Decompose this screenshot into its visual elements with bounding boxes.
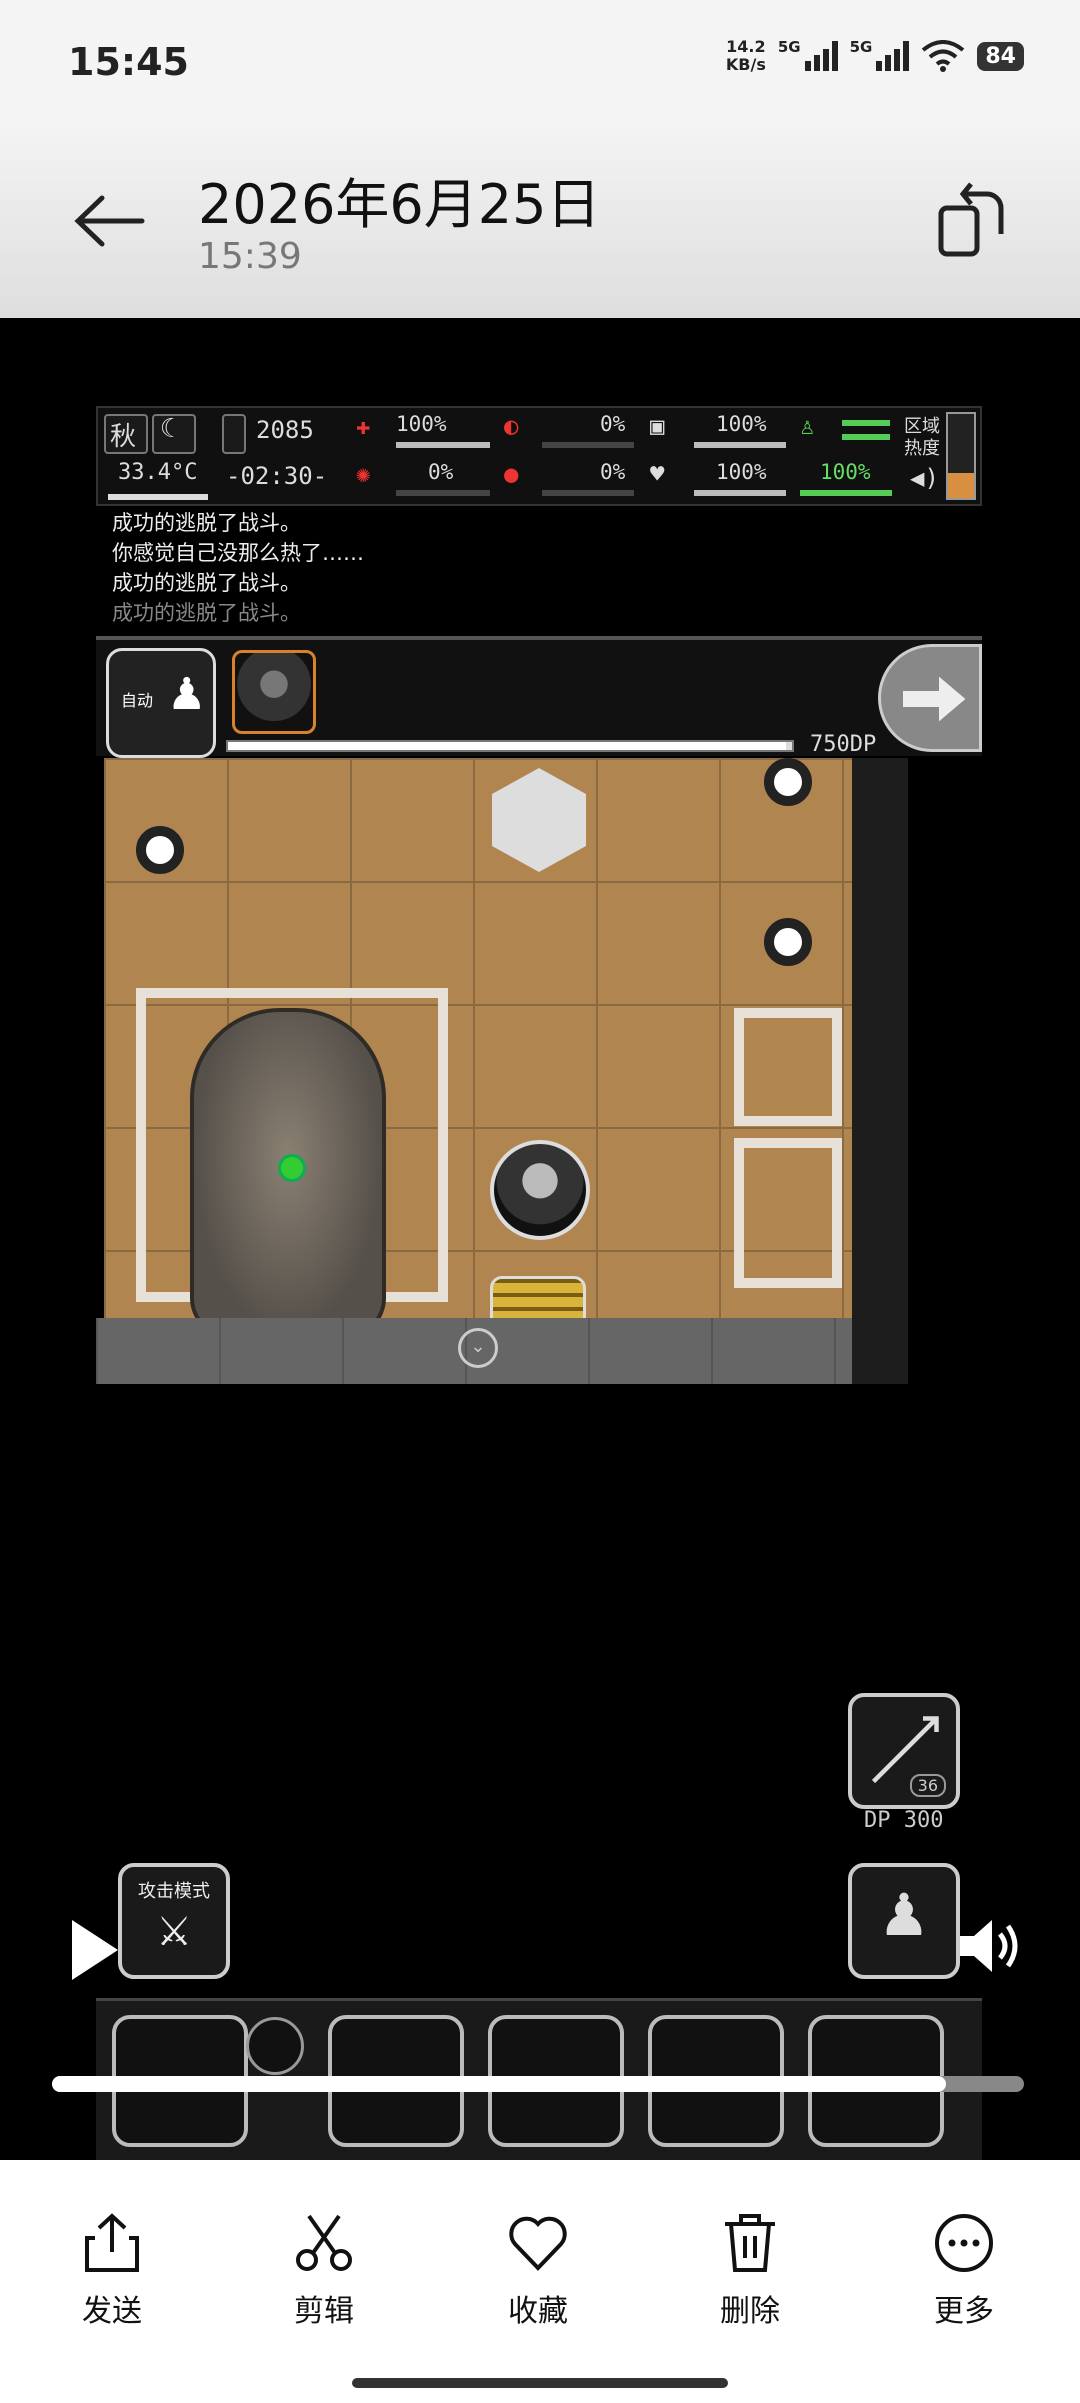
send-button[interactable]: 发送 [52,2212,172,2330]
zone-heat-meter [946,412,976,500]
home-indicator[interactable] [352,2378,728,2388]
heart-icon [509,2216,567,2271]
auto-label: 自动 [121,691,154,710]
network-type-1: 5G [777,38,801,56]
bottom-action-bar: 发送 剪辑 收藏 删除 更多 [0,2160,1080,2403]
sound-icon[interactable]: ◀) [910,464,939,492]
video-scrubber[interactable] [52,2076,1024,2092]
media-viewer[interactable]: 秋 ☾ 33.4°C 2085 -02:30- ✚ 100% ✺ 0% ◐ 0%… [0,318,1080,2160]
street-lamp-icon [136,826,184,874]
net-speed-value: 14.2 [726,37,766,56]
signal-icon [876,41,910,71]
dp-progress-fill [228,742,787,750]
dp-value: 750DP [810,732,877,757]
character-portrait[interactable] [232,650,316,734]
street-lamp-icon [764,918,812,966]
header: 2026年6月25日 15:39 [0,120,1080,318]
more-button[interactable]: 更多 [904,2212,1024,2330]
game-clock: -02:30- [226,462,328,490]
status-icons: 14.2 KB/s 5G 5G 84 [726,38,1024,74]
log-line: 成功的逃脱了战斗。 [112,601,301,625]
stamina-value: 100% [820,460,871,484]
medkit-icon: ✚ [356,412,371,440]
parking-spot [734,1138,842,1288]
next-turn-button[interactable] [878,644,982,752]
attack-mode-button[interactable]: 攻击模式 ⚔ [118,1863,230,1979]
day-counter: 2085 [256,416,314,444]
more-icon [935,2214,993,2272]
attack-mode-label: 攻击模式 [138,1881,210,1902]
game-hud: 秋 ☾ 33.4°C 2085 -02:30- ✚ 100% ✺ 0% ◐ 0%… [96,406,982,506]
stomach-value: 0% [600,412,626,436]
target-icon[interactable] [246,2017,304,2075]
chevron-down-icon[interactable]: ⌄ [458,1328,498,1368]
status-time: 15:45 [68,40,189,84]
season-label: 秋 [110,422,137,452]
favorite-button[interactable]: 收藏 [478,2212,598,2330]
battery-icon: 84 [977,41,1024,71]
brain-value: 0% [428,460,454,484]
status-bar: 15:45 14.2 KB/s 5G 5G 84 [0,0,1080,120]
water-icon: ▣ [650,412,665,440]
heart-icon: ♥ [650,460,665,488]
volume-icon[interactable] [956,1914,1022,1978]
blood-value: 0% [600,460,626,484]
edit-label: 剪辑 [294,2294,354,2329]
more-label: 更多 [934,2294,994,2329]
zone-heat-label: 区域热度 [904,416,940,459]
network-type-2: 5G [849,38,873,56]
log-line: 成功的逃脱了战斗。 [112,571,301,595]
signal-icon [804,41,838,71]
knife-icon: ⚔ [156,1909,192,1955]
dp-progress-bar [226,740,794,752]
video-progress-fill [52,2076,947,2092]
health-value: 100% [396,412,447,436]
scissors-icon [296,2214,352,2271]
back-arrow-icon[interactable] [72,186,146,256]
delete-label: 删除 [720,2294,780,2329]
parking-spot [734,1008,842,1126]
soldier-icon: ♟ [167,669,207,720]
moon-icon: ☾ [160,414,176,444]
map-wall [852,758,908,1384]
page-subtitle: 15:39 [198,236,302,277]
skill-count: 36 [909,1774,946,1797]
send-label: 发送 [82,2294,142,2329]
net-speed: 14.2 KB/s [726,38,766,74]
hydration-value: 100% [716,412,767,436]
action-bar: 自动 ♟ 750DP [96,636,982,758]
heart-value: 100% [716,460,767,484]
wifi-icon [922,40,965,72]
play-icon[interactable] [72,1920,118,1980]
combat-log: 成功的逃脱了战斗。 你感觉自己没那么热了…… 成功的逃脱了战斗。 成功的逃脱了战… [112,508,364,628]
rotate-icon[interactable] [935,180,1007,260]
stomach-icon: ◐ [504,412,519,440]
soldier-icon: ♟ [878,1881,930,1949]
stamina-icon: ♙ [800,412,815,440]
car-sprite[interactable] [190,1008,386,1338]
net-speed-unit: KB/s [725,55,766,74]
steering-wheel-icon[interactable] [278,1154,306,1182]
delete-button[interactable]: 删除 [690,2212,810,2330]
edit-button[interactable]: 剪辑 [264,2212,384,2330]
page-title: 2026年6月25日 [198,173,601,236]
screen: 15:45 14.2 KB/s 5G 5G 84 2026年6月25日 15:3… [0,0,1080,2403]
arrow-right-icon [903,676,966,722]
favorite-label: 收藏 [508,2294,568,2329]
auto-button[interactable]: 自动 ♟ [106,648,216,758]
stance-button[interactable]: ♟ [848,1863,960,1979]
player-character[interactable] [490,1140,590,1240]
trash-icon [725,2214,775,2272]
brain-icon: ✺ [356,460,371,488]
share-icon [85,2213,139,2272]
skill-dp-label: DP 300 [864,1808,944,1833]
zone-heat-fill [948,472,974,498]
blood-drop-icon: ● [504,460,519,488]
temperature-value: 33.4°C [118,460,198,485]
bow-skill-button[interactable]: 36 [848,1693,960,1809]
log-line: 成功的逃脱了战斗。 [112,511,301,535]
log-line: 你感觉自己没那么热了…… [112,541,364,565]
street-lamp-icon [764,758,812,806]
